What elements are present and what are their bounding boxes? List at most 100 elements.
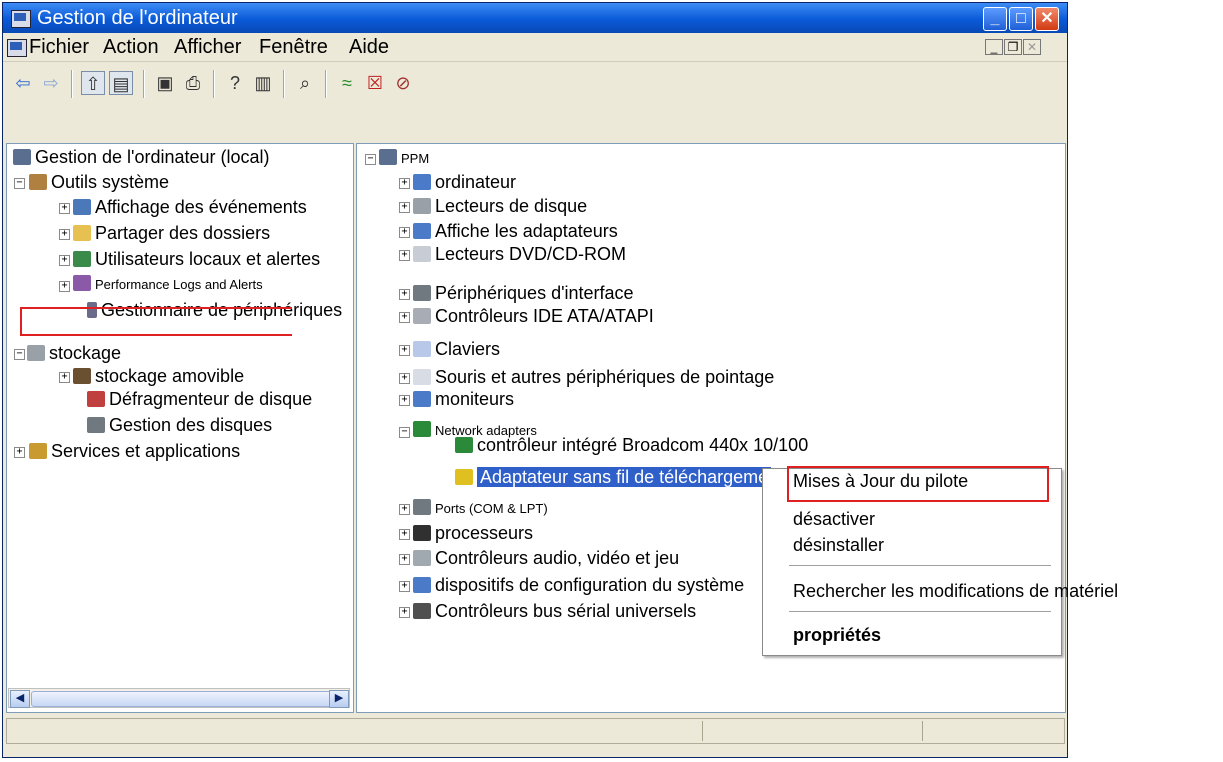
processor-icon: [413, 525, 431, 541]
title-bar[interactable]: Gestion de l'ordinateur _ □ ✕: [3, 3, 1067, 33]
expand-toggle[interactable]: +: [399, 250, 410, 261]
show-hide-tree-icon[interactable]: ▤: [109, 71, 133, 95]
menu-aide[interactable]: Aide: [349, 36, 389, 59]
scroll-left-button[interactable]: ◀: [10, 690, 30, 708]
minimize-button[interactable]: _: [983, 7, 1007, 31]
network-card-icon: [455, 437, 473, 453]
scrollbar-thumb[interactable]: [31, 691, 333, 707]
expand-toggle[interactable]: +: [399, 607, 410, 618]
expand-toggle[interactable]: +: [399, 395, 410, 406]
back-arrow-icon[interactable]: ⇦: [11, 71, 35, 95]
device-category-mice[interactable]: Souris et autres périphériques de pointa…: [413, 366, 774, 388]
menu-afficher[interactable]: Afficher: [174, 36, 241, 59]
tree-item-disk-defragmenter[interactable]: Défragmenteur de disque: [87, 388, 312, 410]
uninstall-icon[interactable]: ☒: [363, 71, 387, 95]
tree-item-computer-management[interactable]: Gestion de l'ordinateur (local): [13, 146, 270, 168]
menu-fenetre[interactable]: Fenêtre: [259, 36, 328, 59]
highlight-box: [787, 466, 1049, 502]
expand-toggle[interactable]: +: [59, 229, 70, 240]
toolbar: ⇦ ⇨ ⇧ ▤ ▣ ⎙ ? ▥ ⌕ ≈ ☒ ⊘: [3, 61, 1067, 106]
expand-toggle[interactable]: +: [14, 447, 25, 458]
scroll-right-button[interactable]: ▶: [329, 690, 349, 708]
device-category-ide-controllers[interactable]: Contrôleurs IDE ATA/ATAPI: [413, 305, 654, 327]
maximize-button[interactable]: □: [1009, 7, 1033, 31]
console-tree-pane[interactable]: Gestion de l'ordinateur (local) − Outils…: [6, 143, 354, 713]
device-category-display-adapters[interactable]: Affiche les adaptateurs: [413, 220, 618, 242]
device-category-monitors[interactable]: moniteurs: [413, 388, 514, 410]
menu-action[interactable]: Action: [103, 36, 159, 59]
menu-item-disable[interactable]: désactiver: [793, 509, 875, 530]
horizontal-scrollbar[interactable]: ◀ ▶: [8, 688, 350, 708]
expand-toggle[interactable]: +: [399, 312, 410, 323]
status-divider: [922, 721, 923, 741]
tree-item-system-tools[interactable]: Outils système: [29, 171, 169, 193]
expand-toggle[interactable]: +: [399, 345, 410, 356]
tree-item-event-viewer[interactable]: Affichage des événements: [73, 196, 307, 218]
status-bar: [6, 718, 1065, 744]
device-category-system-devices[interactable]: dispositifs de configuration du système: [413, 574, 744, 596]
expand-toggle[interactable]: +: [399, 227, 410, 238]
collapse-toggle[interactable]: −: [14, 349, 25, 360]
menu-item-properties[interactable]: propriétés: [793, 625, 881, 646]
mdi-restore-button[interactable]: ❐: [1004, 39, 1022, 55]
device-wireless-adapter[interactable]: Adaptateur sans fil de téléchargeme: [455, 466, 772, 488]
expand-toggle[interactable]: +: [399, 289, 410, 300]
device-broadcom-controller[interactable]: contrôleur intégré Broadcom 440x 10/100: [455, 434, 808, 456]
forward-arrow-icon[interactable]: ⇨: [39, 71, 63, 95]
audio-icon: [413, 550, 431, 566]
device-category-hid[interactable]: Périphériques d'interface: [413, 282, 634, 304]
collapse-toggle[interactable]: −: [365, 154, 376, 165]
expand-toggle[interactable]: +: [59, 281, 70, 292]
tree-item-ppm[interactable]: PPM: [379, 148, 429, 170]
computer-management-icon: [11, 10, 31, 28]
expand-toggle[interactable]: +: [399, 202, 410, 213]
device-manager-icon: [87, 302, 97, 318]
device-category-disk-drives[interactable]: Lecteurs de disque: [413, 195, 587, 217]
tree-item-removable-storage[interactable]: stockage amovible: [73, 365, 244, 387]
close-button[interactable]: ✕: [1035, 7, 1059, 31]
menu-fichier[interactable]: Fichier: [29, 36, 89, 59]
mdi-close-button[interactable]: ✕: [1023, 39, 1041, 55]
tree-item-services-applications[interactable]: Services et applications: [29, 440, 240, 462]
expand-toggle[interactable]: +: [399, 581, 410, 592]
tree-item-disk-management[interactable]: Gestion des disques: [87, 414, 272, 436]
scan-hardware-icon[interactable]: ⌕: [293, 71, 317, 95]
up-folder-icon[interactable]: ⇧: [81, 71, 105, 95]
expand-toggle[interactable]: +: [399, 373, 410, 384]
mdi-minimize-button[interactable]: _: [985, 39, 1003, 55]
tree-item-shared-folders[interactable]: Partager des dossiers: [73, 222, 270, 244]
expand-toggle[interactable]: +: [59, 255, 70, 266]
event-viewer-icon: [73, 199, 91, 215]
collapse-toggle[interactable]: −: [14, 178, 25, 189]
disable-icon[interactable]: ⊘: [391, 71, 415, 95]
device-category-keyboards[interactable]: Claviers: [413, 338, 500, 360]
details-icon[interactable]: ▥: [251, 71, 275, 95]
expand-toggle[interactable]: +: [399, 178, 410, 189]
keyboard-icon: [413, 341, 431, 357]
tree-item-performance-logs[interactable]: Performance Logs and Alerts: [73, 274, 263, 296]
properties-icon[interactable]: ▣: [153, 71, 177, 95]
tree-item-storage[interactable]: stockage: [27, 342, 121, 364]
expand-toggle[interactable]: +: [59, 203, 70, 214]
device-category-computer[interactable]: ordinateur: [413, 171, 516, 193]
device-category-dvd-drives[interactable]: Lecteurs DVD/CD-ROM: [413, 243, 626, 265]
window-menu-icon[interactable]: [7, 39, 27, 57]
expand-toggle[interactable]: +: [399, 529, 410, 540]
menu-item-uninstall[interactable]: désinstaller: [793, 535, 884, 556]
menu-item-scan-hardware[interactable]: Rechercher les modifications de matériel: [793, 581, 1118, 602]
expand-toggle[interactable]: +: [399, 554, 410, 565]
device-category-audio-video[interactable]: Contrôleurs audio, vidéo et jeu: [413, 547, 679, 569]
expand-toggle[interactable]: +: [59, 372, 70, 383]
update-driver-icon[interactable]: ≈: [335, 71, 359, 95]
expand-toggle[interactable]: +: [399, 504, 410, 515]
print-icon[interactable]: ⎙: [181, 71, 205, 95]
tree-item-device-manager[interactable]: Gestionnaire de périphériques: [87, 299, 342, 321]
device-category-ports[interactable]: Ports (COM & LPT): [413, 498, 548, 520]
collapse-toggle[interactable]: −: [399, 427, 410, 438]
device-category-usb-controllers[interactable]: Contrôleurs bus sérial universels: [413, 600, 696, 622]
device-category-processors[interactable]: processeurs: [413, 522, 533, 544]
tree-item-local-users[interactable]: Utilisateurs locaux et alertes: [73, 248, 320, 270]
disk-drive-icon: [413, 198, 431, 214]
help-icon[interactable]: ?: [223, 71, 247, 95]
menu-bar: Fichier Action Afficher Fenêtre Aide _ ❐…: [3, 34, 1067, 60]
